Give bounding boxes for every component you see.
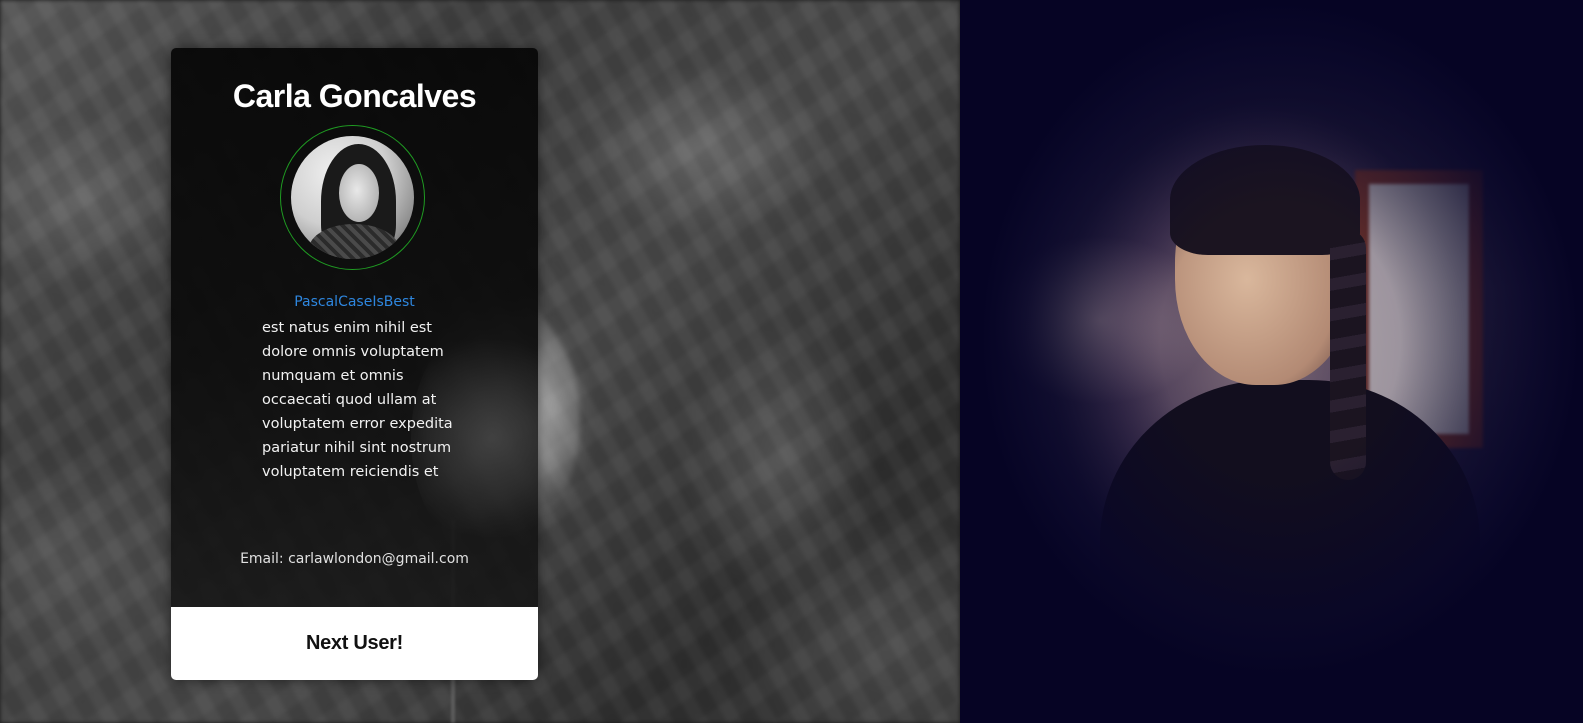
profile-bio: est natus enim nihil est dolore omnis vo… (262, 320, 453, 480)
profile-email: Email: carlawlondon@gmail.com (240, 551, 469, 567)
avatar (291, 136, 414, 259)
profile-card-body: Carla Goncalves PascalCaseIsBest est nat… (171, 48, 538, 607)
profile-card: Carla Goncalves PascalCaseIsBest est nat… (171, 48, 538, 680)
next-user-button[interactable]: Next User! (171, 607, 538, 680)
avatar-face (339, 164, 379, 222)
page: Carla Goncalves PascalCaseIsBest est nat… (0, 0, 1583, 723)
avatar-ring (280, 125, 425, 270)
profile-name: Carla Goncalves (232, 78, 477, 114)
photo-vignette (960, 0, 1583, 723)
user-photo (960, 0, 1583, 723)
profile-username-link[interactable]: PascalCaseIsBest (171, 294, 538, 310)
